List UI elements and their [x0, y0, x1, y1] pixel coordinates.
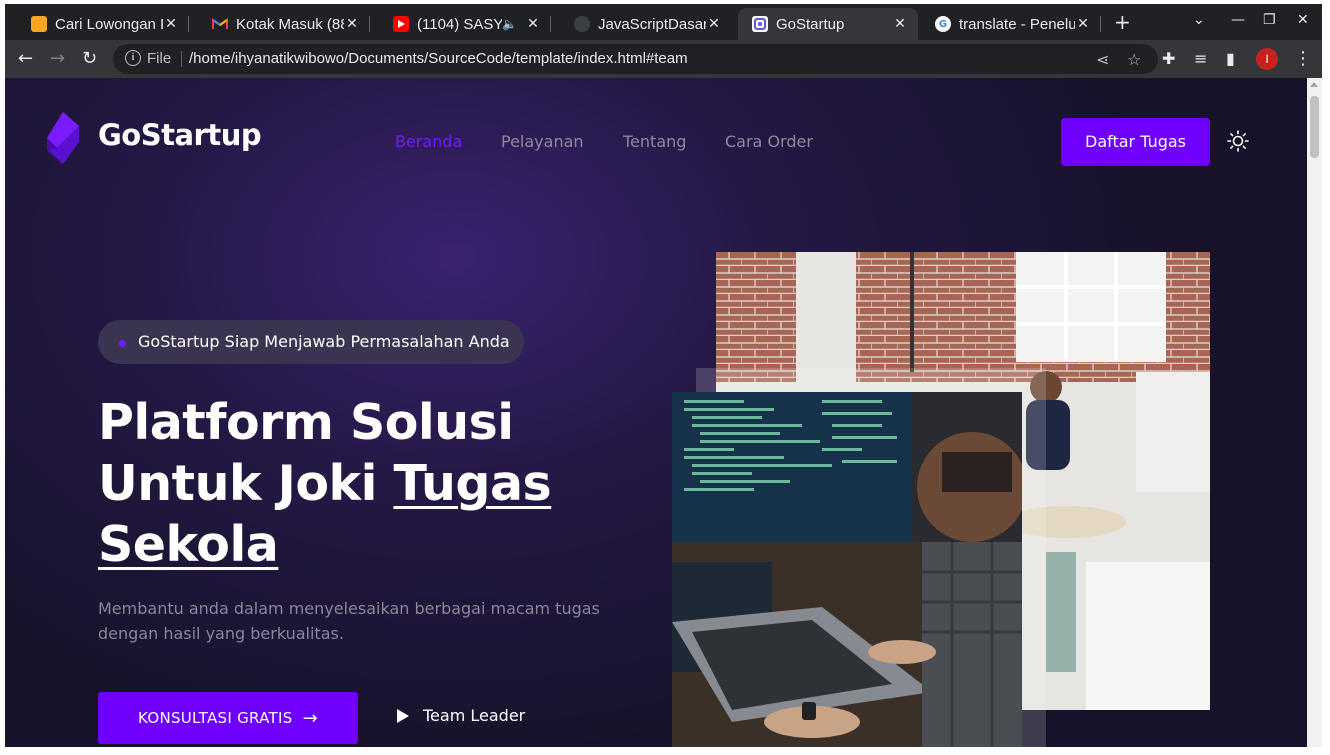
hero-description: Membantu anda dalam menyelesaikan berbag… [98, 599, 600, 643]
nav-link-beranda[interactable]: Beranda [395, 132, 462, 151]
page-scrollbar[interactable] [1307, 78, 1322, 747]
speaker-icon[interactable]: 🔈 [502, 17, 517, 31]
share-icon[interactable]: ⋖ [1096, 50, 1109, 69]
tab-gostartup[interactable]: GoStartup ✕ [738, 8, 918, 40]
github-icon [574, 16, 590, 32]
tab-title: Kotak Masuk (88 [236, 15, 344, 33]
nav-link-pelayanan[interactable]: Pelayanan [501, 132, 584, 151]
extensions-icon[interactable]: ✚ [1162, 49, 1175, 69]
tab-lowongan[interactable]: Cari Lowongan Fr ✕ [17, 8, 189, 40]
tab-translate[interactable]: G translate - Penelu ✕ [921, 8, 1101, 40]
close-tab-icon[interactable]: ✕ [344, 16, 360, 32]
daftar-tugas-button[interactable]: Daftar Tugas [1061, 118, 1210, 166]
pill-dot [119, 340, 126, 347]
tab-strip: Cari Lowongan Fr ✕ Kotak Masuk (88 ✕ (11… [5, 4, 1322, 40]
close-tab-icon[interactable]: ✕ [892, 16, 908, 32]
url-divider [181, 51, 182, 67]
scrollbar-thumb[interactable] [1310, 96, 1319, 158]
restore-icon[interactable]: ❐ [1263, 12, 1276, 28]
hero-developer-image [672, 392, 1022, 747]
konsultasi-label: KONSULTASI GRATIS [138, 709, 293, 727]
browser-toolbar: ← → ↻ i File /home/ihyanatikwibowo/Docum… [5, 40, 1322, 78]
gmail-icon [212, 16, 228, 32]
tab-title: Cari Lowongan Fr [55, 15, 163, 33]
google-icon: G [935, 16, 951, 32]
forward-icon[interactable]: → [50, 49, 65, 69]
tab-separator [369, 16, 370, 32]
play-icon [397, 708, 409, 723]
back-icon[interactable]: ← [18, 49, 33, 69]
url-text[interactable]: /home/ihyanatikwibowo/Documents/SourceCo… [189, 50, 688, 67]
tab-favicon-icon [31, 16, 47, 32]
tab-separator [1100, 16, 1101, 32]
nav-link-cara-order[interactable]: Cara Order [725, 132, 813, 151]
hero-title: Platform Solusi Untuk Joki Tugas Sekola [98, 392, 658, 575]
new-tab-icon[interactable]: + [1114, 12, 1131, 32]
close-tab-icon[interactable]: ✕ [525, 16, 541, 32]
tab-title: (1104) SASYA [417, 15, 503, 33]
tab-separator [550, 16, 551, 32]
tab-youtube[interactable]: (1104) SASYA 🔈 ✕ [379, 8, 551, 40]
konsultasi-gratis-button[interactable]: KONSULTASI GRATIS → [98, 692, 358, 744]
address-bar[interactable]: i File /home/ihyanatikwibowo/Documents/S… [113, 44, 1158, 74]
arrow-right-icon: → [302, 707, 318, 729]
page-viewport: GoStartup Beranda Pelayanan Tentang Cara… [5, 78, 1307, 747]
youtube-icon [393, 16, 409, 32]
hero-title-highlight: Tugas [393, 455, 552, 512]
browser-window: Cari Lowongan Fr ✕ Kotak Masuk (88 ✕ (11… [5, 4, 1322, 747]
url-scheme-label: File [147, 50, 172, 67]
tab-github[interactable]: JavaScriptDasar/ ✕ [560, 8, 732, 40]
scroll-up-arrow-icon[interactable] [1310, 82, 1318, 87]
close-window-icon[interactable]: ✕ [1297, 12, 1309, 28]
hero-title-line2: Untuk Joki [98, 455, 394, 512]
hero-tagline-pill: GoStartup Siap Menjawab Permasalahan And… [98, 320, 524, 364]
side-panel-icon[interactable]: ▮ [1226, 49, 1235, 69]
hero-title-line3: Sekola [98, 516, 279, 573]
tab-separator [188, 16, 189, 32]
close-tab-icon[interactable]: ✕ [706, 16, 722, 32]
reload-icon[interactable]: ↻ [82, 49, 97, 69]
team-leader-label: Team Leader [423, 706, 526, 725]
menu-kebab-icon[interactable]: ⋮ [1294, 49, 1312, 69]
theme-toggle-sun-icon[interactable] [1227, 130, 1249, 152]
close-tab-icon[interactable]: ✕ [163, 16, 179, 32]
gostartup-logo-icon[interactable] [43, 112, 83, 164]
brand-name[interactable]: GoStartup [98, 118, 262, 152]
tab-gmail[interactable]: Kotak Masuk (88 ✕ [198, 8, 370, 40]
media-queue-icon[interactable]: ≡ [1194, 49, 1207, 69]
minimize-icon[interactable]: — [1231, 12, 1245, 28]
hero-title-line1: Platform Solusi [98, 394, 514, 451]
team-leader-button[interactable]: Team Leader [397, 706, 525, 725]
tab-title: translate - Penelu [959, 15, 1075, 33]
tab-title: JavaScriptDasar/ [598, 15, 706, 33]
tab-search-chevron-icon[interactable]: ⌄ [1193, 12, 1205, 28]
nav-link-tentang[interactable]: Tentang [623, 132, 686, 151]
close-tab-icon[interactable]: ✕ [1075, 16, 1091, 32]
pill-text: GoStartup Siap Menjawab Permasalahan And… [138, 332, 510, 351]
site-info-icon[interactable]: i [125, 50, 141, 66]
bookmark-star-icon[interactable]: ☆ [1127, 50, 1141, 69]
gostartup-favicon-icon [752, 16, 768, 32]
profile-avatar[interactable]: I [1256, 48, 1278, 70]
tab-title: GoStartup [776, 15, 845, 33]
